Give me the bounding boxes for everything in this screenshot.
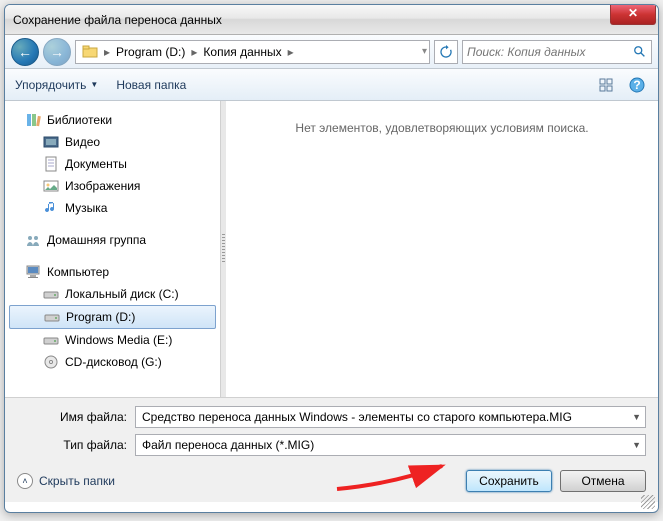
tree-label: Документы bbox=[65, 157, 127, 171]
tree-documents[interactable]: Документы bbox=[5, 153, 220, 175]
refresh-button[interactable] bbox=[434, 40, 458, 64]
view-options-button[interactable] bbox=[596, 74, 618, 96]
back-arrow-icon: ← bbox=[18, 44, 32, 60]
help-button[interactable]: ? bbox=[626, 74, 648, 96]
navigation-tree[interactable]: Библиотеки Видео Документы Изображения М… bbox=[5, 101, 221, 397]
chevron-right-icon: ▸ bbox=[104, 45, 110, 59]
drive-icon bbox=[44, 309, 60, 325]
filename-label: Имя файла: bbox=[17, 410, 127, 424]
filename-value: Средство переноса данных Windows - элеме… bbox=[142, 410, 572, 424]
tree-label: Библиотеки bbox=[47, 113, 112, 127]
save-dialog-window: Сохранение файла переноса данных ✕ ← → ▸… bbox=[4, 4, 659, 513]
tree-label: Локальный диск (C:) bbox=[65, 287, 179, 301]
tree-label: Компьютер bbox=[47, 265, 109, 279]
tree-homegroup[interactable]: Домашняя группа bbox=[5, 229, 220, 251]
search-box[interactable] bbox=[462, 40, 652, 64]
save-button[interactable]: Сохранить bbox=[466, 470, 552, 492]
cancel-button[interactable]: Отмена bbox=[560, 470, 646, 492]
breadcrumb-drive[interactable]: Program (D:) bbox=[112, 43, 189, 61]
tree-label: CD-дисковод (G:) bbox=[65, 355, 162, 369]
folder-icon bbox=[82, 44, 98, 60]
bottom-panel: Имя файла: Средство переноса данных Wind… bbox=[5, 397, 658, 502]
chevron-right-icon: ▸ bbox=[191, 45, 197, 59]
music-icon bbox=[43, 200, 59, 216]
search-icon[interactable] bbox=[633, 45, 647, 59]
help-icon: ? bbox=[629, 77, 645, 93]
breadcrumb-folder[interactable]: Копия данных bbox=[199, 43, 285, 61]
filetype-label: Тип файла: bbox=[17, 438, 127, 452]
svg-text:?: ? bbox=[633, 78, 640, 92]
tree-drive-c[interactable]: Локальный диск (C:) bbox=[5, 283, 220, 305]
back-button[interactable]: ← bbox=[11, 38, 39, 66]
address-bar[interactable]: ▸ Program (D:) ▸ Копия данных ▸ ▾ bbox=[75, 40, 430, 64]
dropdown-arrow-icon[interactable]: ▼ bbox=[632, 412, 641, 422]
tree-label: Видео bbox=[65, 135, 100, 149]
organize-menu[interactable]: Упорядочить ▼ bbox=[15, 78, 98, 92]
close-icon: ✕ bbox=[628, 6, 638, 20]
address-dropdown-icon[interactable]: ▾ bbox=[422, 46, 427, 57]
computer-icon bbox=[25, 264, 41, 280]
dropdown-arrow-icon: ▼ bbox=[90, 80, 98, 89]
hide-folders-label: Скрыть папки bbox=[39, 474, 115, 488]
search-input[interactable] bbox=[467, 45, 633, 59]
resize-grip[interactable] bbox=[641, 495, 655, 509]
refresh-icon bbox=[439, 45, 453, 59]
tree-drive-d[interactable]: Program (D:) bbox=[9, 305, 216, 329]
tree-drive-g[interactable]: CD-дисковод (G:) bbox=[5, 351, 220, 373]
filename-input[interactable]: Средство переноса данных Windows - элеме… bbox=[135, 406, 646, 428]
view-icon bbox=[599, 78, 615, 92]
tree-computer[interactable]: Компьютер bbox=[5, 261, 220, 283]
titlebar: Сохранение файла переноса данных ✕ bbox=[5, 5, 658, 35]
filetype-select[interactable]: Файл переноса данных (*.MIG) ▼ bbox=[135, 434, 646, 456]
filetype-value: Файл переноса данных (*.MIG) bbox=[142, 438, 314, 452]
images-icon bbox=[43, 178, 59, 194]
empty-message: Нет элементов, удовлетворяющих условиям … bbox=[295, 121, 588, 135]
tree-libraries[interactable]: Библиотеки bbox=[5, 109, 220, 131]
navigation-bar: ← → ▸ Program (D:) ▸ Копия данных ▸ ▾ bbox=[5, 35, 658, 69]
tree-label: Program (D:) bbox=[66, 310, 135, 324]
forward-button[interactable]: → bbox=[43, 38, 71, 66]
tree-drive-e[interactable]: Windows Media (E:) bbox=[5, 329, 220, 351]
drive-icon bbox=[43, 332, 59, 348]
homegroup-icon bbox=[25, 232, 41, 248]
tree-label: Домашняя группа bbox=[47, 233, 146, 247]
splitter-grip-icon bbox=[222, 234, 225, 264]
file-list-pane[interactable]: Нет элементов, удовлетворяющих условиям … bbox=[226, 101, 658, 397]
organize-label: Упорядочить bbox=[15, 78, 86, 92]
document-icon bbox=[43, 156, 59, 172]
new-folder-button[interactable]: Новая папка bbox=[116, 78, 186, 92]
chevron-up-icon: ˄ bbox=[17, 473, 33, 489]
video-icon bbox=[43, 134, 59, 150]
window-title: Сохранение файла переноса данных bbox=[13, 13, 222, 27]
tree-label: Изображения bbox=[65, 179, 140, 193]
forward-arrow-icon: → bbox=[50, 44, 64, 60]
tree-video[interactable]: Видео bbox=[5, 131, 220, 153]
libraries-icon bbox=[25, 112, 41, 128]
tree-music[interactable]: Музыка bbox=[5, 197, 220, 219]
hide-folders-toggle[interactable]: ˄ Скрыть папки bbox=[17, 473, 115, 489]
cd-drive-icon bbox=[43, 354, 59, 370]
tree-images[interactable]: Изображения bbox=[5, 175, 220, 197]
dropdown-arrow-icon[interactable]: ▼ bbox=[632, 440, 641, 450]
drive-icon bbox=[43, 286, 59, 302]
content-area: Библиотеки Видео Документы Изображения М… bbox=[5, 101, 658, 397]
toolbar: Упорядочить ▼ Новая папка ? bbox=[5, 69, 658, 101]
chevron-right-icon: ▸ bbox=[288, 45, 294, 59]
tree-label: Windows Media (E:) bbox=[65, 333, 172, 347]
close-button[interactable]: ✕ bbox=[610, 5, 656, 25]
tree-label: Музыка bbox=[65, 201, 107, 215]
